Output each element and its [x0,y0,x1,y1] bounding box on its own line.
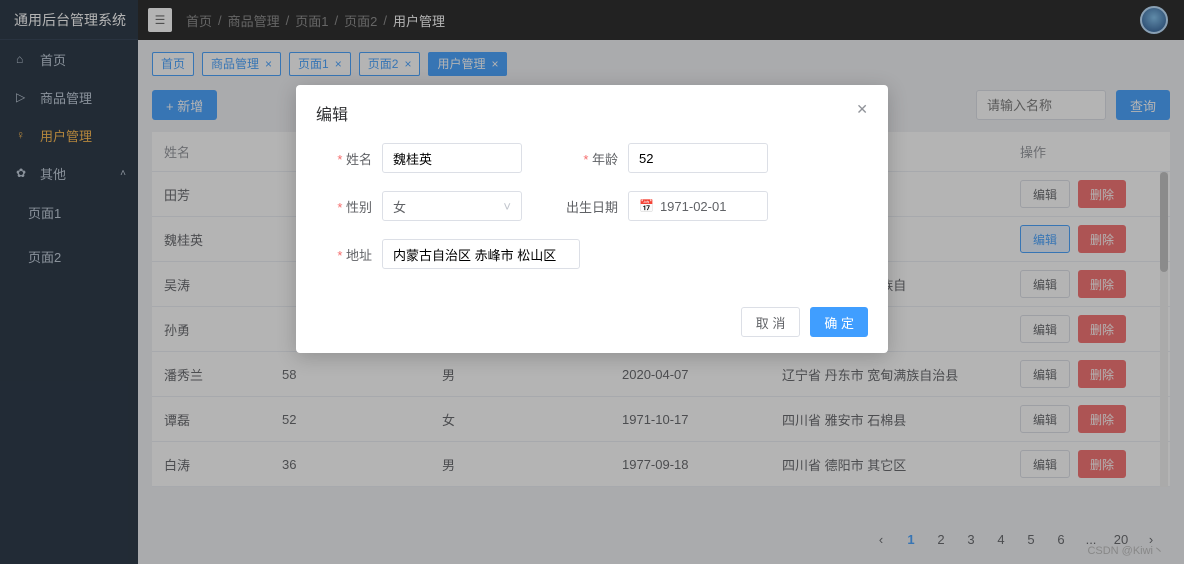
label-addr: 地址 [316,245,372,264]
addr-input[interactable] [382,239,580,269]
label-name: 姓名 [316,149,372,168]
ok-button[interactable]: 确 定 [810,307,868,337]
sex-select[interactable]: 女˅ [382,191,522,221]
label-sex: 性别 [316,197,372,216]
birth-input[interactable]: 📅1971-02-01 [628,191,768,221]
edit-modal: 编辑 ✕ 姓名 年龄 性别女˅ 出生日期 📅1971-02-01 地址 取 消 确… [296,85,888,353]
chevron-down-icon: ˅ [503,199,511,214]
label-birth: 出生日期 [562,197,618,216]
modal-title: 编辑 [316,101,348,125]
label-age: 年龄 [562,149,618,168]
calendar-icon: 📅 [639,199,654,213]
close-icon[interactable]: ✕ [856,101,868,125]
age-input[interactable] [628,143,768,173]
name-input[interactable] [382,143,522,173]
cancel-button[interactable]: 取 消 [741,307,801,337]
